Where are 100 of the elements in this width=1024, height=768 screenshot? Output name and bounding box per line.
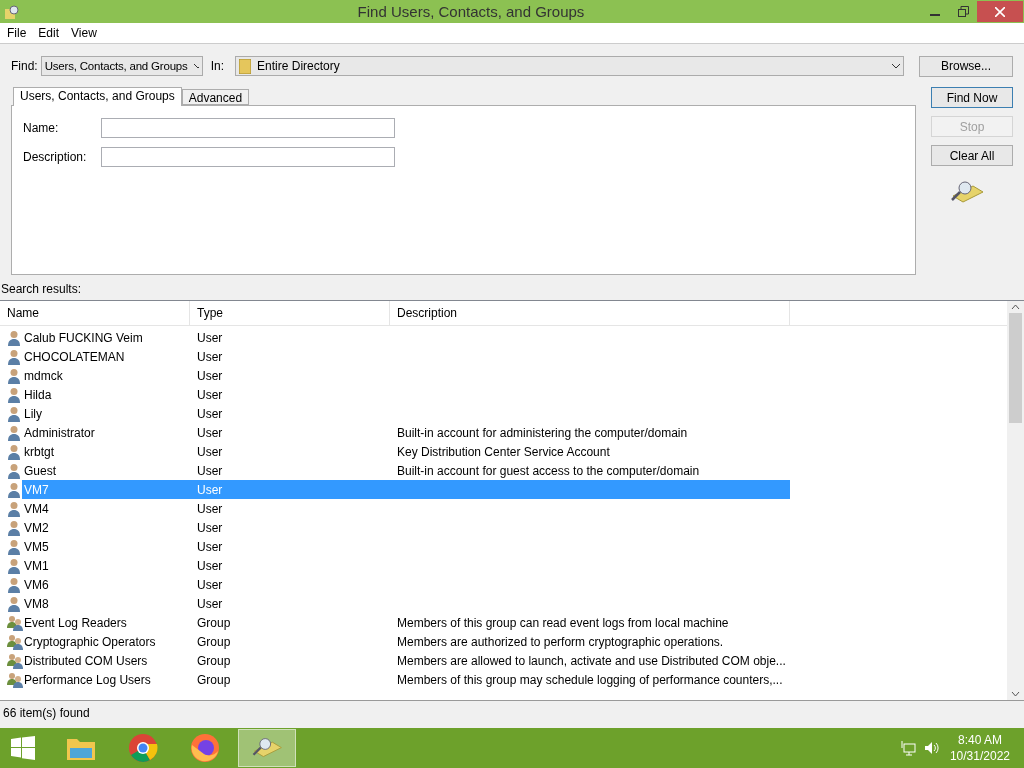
column-header[interactable]: Name xyxy=(0,301,190,325)
user-icon xyxy=(7,367,21,384)
book-icon xyxy=(239,58,252,74)
result-row[interactable]: Hilda User xyxy=(22,385,790,404)
user-icon xyxy=(7,576,21,593)
type-cell-text: User xyxy=(196,482,224,497)
type-cell-text: User xyxy=(196,558,224,573)
input-field[interactable] xyxy=(101,147,395,167)
type-cell-text: Group xyxy=(196,653,232,668)
result-row[interactable]: VM8 User xyxy=(22,594,790,613)
caret-icon xyxy=(892,63,900,69)
network-icon[interactable] xyxy=(899,740,916,756)
field-label: Description: xyxy=(23,150,88,164)
user-icon xyxy=(7,481,21,498)
type-cell-text: User xyxy=(196,501,224,516)
speaker-icon[interactable] xyxy=(923,740,940,756)
description-cell-text: Members of this group may schedule logging of performance counters,... xyxy=(396,672,784,687)
description-cell-text: Built-in account for administering the computer/domain xyxy=(396,425,689,440)
user-icon xyxy=(7,500,21,517)
name-cell-text: Hilda xyxy=(23,387,53,402)
find-label: Find: xyxy=(11,59,38,73)
result-row[interactable]: Distributed COM Users Group Members are allowed to launch, activate and use Distributed COM obje... xyxy=(22,651,790,670)
scrollbar[interactable] xyxy=(1007,301,1024,700)
name-cell-text: VM5 xyxy=(23,539,50,554)
column-header[interactable]: Description xyxy=(390,301,790,325)
result-row[interactable]: krbtgt User Key Distribution Center Service Account xyxy=(22,442,790,461)
tab[interactable]: Users, Contacts, and Groups xyxy=(13,87,182,106)
minimize-icon xyxy=(930,14,940,16)
type-cell-text: Group xyxy=(196,634,232,649)
result-row[interactable]: VM5 User xyxy=(22,537,790,556)
user-icon xyxy=(7,443,21,460)
menu-item[interactable]: File xyxy=(3,26,31,40)
result-row[interactable]: VM6 User xyxy=(22,575,790,594)
type-cell-text: User xyxy=(196,349,224,364)
type-cell-text: User xyxy=(196,520,224,535)
type-cell-text: User xyxy=(196,444,224,459)
browser-icon xyxy=(190,733,220,763)
result-row[interactable]: Performance Log Users Group Members of this group may schedule logging of performance counters,... xyxy=(22,670,790,689)
action-button[interactable]: Clear All xyxy=(931,145,1013,166)
result-row[interactable]: Administrator User Built-in account for administering the computer/domain xyxy=(22,423,790,442)
type-cell-text: Group xyxy=(196,672,232,687)
field-label: Name: xyxy=(23,121,60,135)
type-cell-text: User xyxy=(196,539,224,554)
name-cell-text: VM1 xyxy=(23,558,50,573)
group-icon xyxy=(7,671,23,688)
results-label: Search results: xyxy=(0,281,83,298)
menu-item[interactable]: Edit xyxy=(34,26,64,40)
caret-icon xyxy=(193,63,199,69)
group-icon xyxy=(7,614,23,631)
menu-item[interactable]: View xyxy=(67,26,101,40)
result-row[interactable]: VM1 User xyxy=(22,556,790,575)
result-row[interactable]: mdmck User xyxy=(22,366,790,385)
find-dropdown[interactable]: Users, Contacts, and Groups xyxy=(40,56,203,76)
result-row[interactable]: Calub FUCKING Veim User xyxy=(22,328,790,347)
result-row[interactable]: Lily User xyxy=(22,404,790,423)
name-cell-text: Administrator xyxy=(23,425,96,440)
close-button[interactable] xyxy=(977,1,1023,22)
result-row[interactable]: VM4 User xyxy=(22,499,790,518)
name-cell-text: VM2 xyxy=(23,520,50,535)
taskbar-button[interactable] xyxy=(238,729,296,767)
close-icon xyxy=(995,6,1005,17)
tab[interactable]: Advanced xyxy=(181,89,250,105)
name-cell-text: mdmck xyxy=(23,368,64,383)
scroll-thumb[interactable] xyxy=(1009,313,1022,423)
type-cell-text: User xyxy=(196,368,224,383)
windows-icon[interactable] xyxy=(11,736,35,760)
input-field[interactable] xyxy=(101,118,395,138)
description-cell-text: Built-in account for guest access to the computer/domain xyxy=(396,463,701,478)
type-cell-text: User xyxy=(196,330,224,345)
user-icon xyxy=(7,424,21,441)
type-cell-text: Group xyxy=(196,615,232,630)
group-icon xyxy=(7,633,23,650)
description-cell-text: Key Distribution Center Service Account xyxy=(396,444,611,459)
action-button[interactable]: Find Now xyxy=(931,87,1013,108)
in-label: In: xyxy=(210,59,225,73)
name-cell-text: Event Log Readers xyxy=(23,615,128,630)
user-icon xyxy=(7,557,21,574)
in-dropdown[interactable]: Entire Directory xyxy=(235,56,904,76)
browse-button[interactable]: Browse... xyxy=(919,55,1013,77)
status-text: 66 item(s) found xyxy=(3,705,90,720)
name-cell-text: VM8 xyxy=(23,596,50,611)
browser-icon xyxy=(128,733,158,763)
type-cell-text: User xyxy=(196,596,224,611)
user-icon xyxy=(7,462,21,479)
description-cell-text: Members are authorized to perform cryptographic operations. xyxy=(396,634,725,649)
name-cell-text: VM4 xyxy=(23,501,50,516)
name-cell-text: Cryptographic Operators xyxy=(23,634,157,649)
result-row[interactable]: Guest User Built-in account for guest access to the computer/domain xyxy=(22,461,790,480)
result-row[interactable]: CHOCOLATEMAN User xyxy=(22,347,790,366)
user-icon xyxy=(7,519,21,536)
result-row[interactable]: VM2 User xyxy=(22,518,790,537)
result-row[interactable]: Event Log Readers Group Members of this group can read event logs from local machine xyxy=(22,613,790,632)
type-cell-text: User xyxy=(196,463,224,478)
user-icon xyxy=(7,329,21,346)
name-cell-text: Calub FUCKING Veim xyxy=(23,330,144,345)
description-cell-text: Members are allowed to launch, activate and use Distributed COM obje... xyxy=(396,653,787,668)
column-header[interactable]: Type xyxy=(190,301,390,325)
result-row[interactable]: Cryptographic Operators Group Members are authorized to perform cryptographic operations. xyxy=(22,632,790,651)
user-icon xyxy=(7,405,21,422)
window-title: Find Users, Contacts, and Groups xyxy=(356,3,586,20)
